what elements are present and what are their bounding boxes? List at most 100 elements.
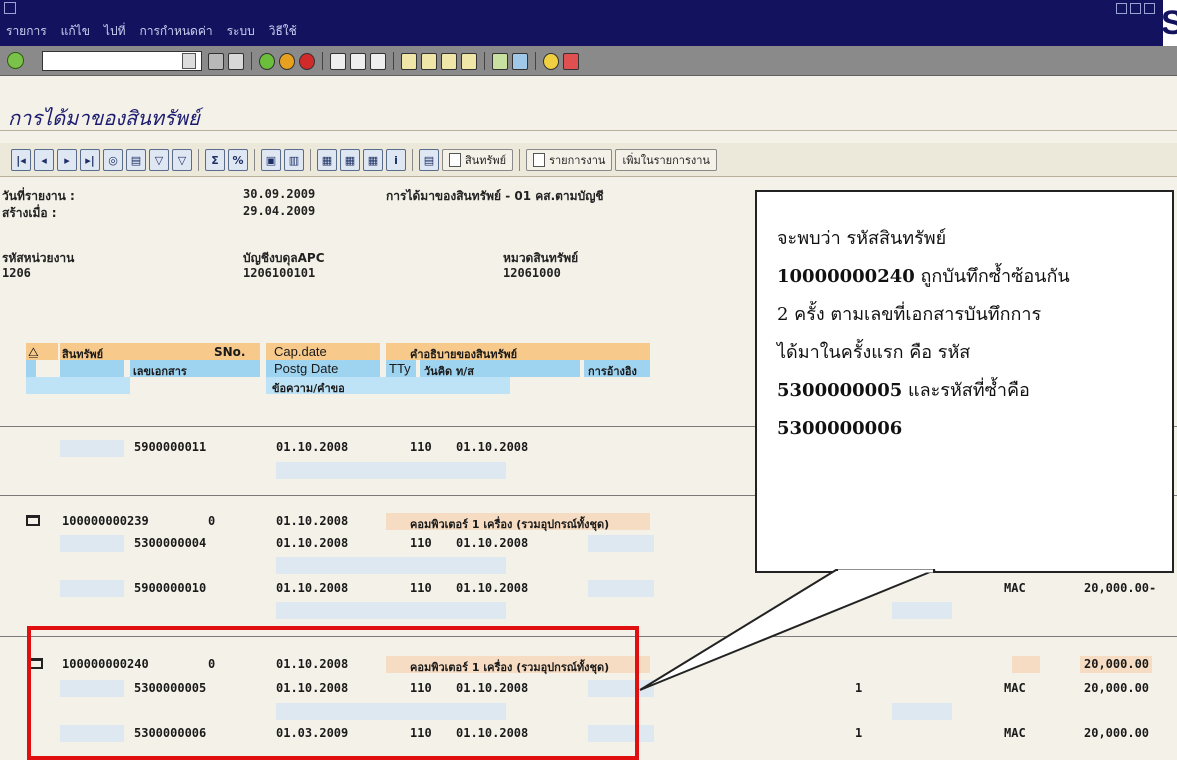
- cell-bg: [1012, 656, 1040, 673]
- view-icon[interactable]: ▥: [284, 149, 304, 171]
- menu-settings[interactable]: การกำหนดค่า: [139, 22, 212, 41]
- column-header-asset[interactable]: สินทรัพย์: [62, 345, 103, 363]
- cap-date: 01.10.2008: [276, 514, 349, 528]
- layout-icon[interactable]: ▦: [317, 149, 337, 171]
- last-row-icon[interactable]: ▸|: [80, 149, 100, 171]
- cancel-icon[interactable]: [299, 52, 315, 70]
- column-header-value-date[interactable]: วันคิด ท/ส: [424, 362, 474, 380]
- menu-system[interactable]: ระบบ: [227, 22, 255, 41]
- callout-line-5-text: และรหัสที่ซ้ำคือ: [902, 380, 1030, 401]
- find-next-icon[interactable]: [370, 52, 386, 70]
- column-header-cell: [26, 377, 36, 394]
- menu-goto[interactable]: ไปที่: [104, 22, 126, 41]
- previous-page-icon[interactable]: [421, 52, 437, 70]
- create-session-icon[interactable]: [492, 52, 508, 70]
- column-header-reference[interactable]: การอ้างอิง: [588, 362, 637, 380]
- first-row-icon[interactable]: |◂: [11, 149, 31, 171]
- doc-number[interactable]: 5300000004: [134, 536, 206, 550]
- first-page-icon[interactable]: [401, 52, 417, 70]
- last-page-icon[interactable]: [461, 52, 477, 70]
- report-date: 30.09.2009: [243, 187, 316, 201]
- column-header-text[interactable]: ข้อความ/คำขอ: [272, 379, 345, 397]
- worklist-button-label: รายการงาน: [549, 154, 606, 167]
- column-header-sno[interactable]: SNo.: [214, 345, 246, 359]
- back-arrow-icon[interactable]: [208, 52, 224, 70]
- callout-code-2: 5300000006: [777, 418, 903, 439]
- separator: [535, 52, 536, 70]
- exit-icon[interactable]: [279, 52, 295, 70]
- column-header-cap-date[interactable]: Cap.date: [274, 344, 327, 359]
- previous-row-icon[interactable]: ◂: [34, 149, 54, 171]
- system-menu-icon[interactable]: [4, 2, 16, 14]
- doc-number[interactable]: 5900000010: [134, 581, 206, 595]
- subtotal-icon[interactable]: %: [228, 149, 248, 171]
- save-layout-icon[interactable]: ▦: [363, 149, 383, 171]
- save-icon[interactable]: [228, 52, 244, 70]
- menu-list[interactable]: รายการ: [6, 22, 47, 41]
- title-bar: รายการ แก้ไข ไปที่ การกำหนดค่า ระบบ วิธี…: [0, 0, 1177, 46]
- sum-icon[interactable]: Σ: [205, 149, 225, 171]
- asset-number[interactable]: 100000000239: [62, 514, 149, 528]
- add-worklist-button[interactable]: เพิ่มในรายการงาน: [615, 149, 717, 171]
- amount: 20,000.00: [1084, 726, 1150, 740]
- display-icon[interactable]: ▤: [419, 149, 439, 171]
- next-row-icon[interactable]: ▸: [57, 149, 77, 171]
- asset-button[interactable]: สินทรัพย์: [442, 149, 514, 171]
- separator: [322, 52, 323, 70]
- menu-bar: รายการ แก้ไข ไปที่ การกำหนดค่า ระบบ วิธี…: [6, 22, 297, 41]
- posting-date: 01.10.2008: [276, 581, 349, 595]
- sort-icon[interactable]: ⧋: [28, 345, 39, 360]
- help-icon[interactable]: [543, 52, 559, 70]
- filter-off-icon[interactable]: ▽: [172, 149, 192, 171]
- separator: [198, 149, 199, 171]
- folder-icon[interactable]: [26, 515, 40, 526]
- menu-help[interactable]: วิธีใช้: [269, 22, 297, 41]
- menu-edit[interactable]: แก้ไข: [61, 22, 90, 41]
- cell-bg: [60, 535, 124, 552]
- posting-date: 01.10.2008: [276, 440, 349, 454]
- minimize-icon[interactable]: [1116, 3, 1127, 14]
- company-code: 1206: [2, 266, 31, 280]
- close-icon[interactable]: [1144, 3, 1155, 14]
- callout-line-2-text: ถูกบันทึกซ้ำซ้อนกัน: [914, 266, 1070, 287]
- worklist-button[interactable]: รายการงาน: [526, 149, 613, 171]
- callout-line-5: 5300000005 และรหัสที่ซ้ำคือ: [777, 372, 1156, 410]
- doc-number[interactable]: 5900000011: [134, 440, 206, 454]
- asset-description: คอมพิวเตอร์ 1 เครื่อง (รวมอุปกรณ์ทั้งชุด…: [410, 518, 610, 531]
- column-header-description[interactable]: คำอธิบายของสินทรัพย์: [410, 345, 517, 363]
- command-field[interactable]: [42, 51, 202, 71]
- column-header-postg-date[interactable]: Postg Date: [274, 361, 338, 376]
- shortcut-icon[interactable]: [512, 52, 528, 70]
- cell-bg: [892, 703, 952, 720]
- export-icon[interactable]: ▣: [261, 149, 281, 171]
- layout-icon[interactable]: [563, 52, 579, 70]
- cell-bg: [276, 557, 506, 574]
- application-toolbar: |◂ ◂ ▸ ▸| ◎ ▤ ▽ ▽ Σ % ▣ ▥ ▦ ▦ ▦ i ▤ สินท…: [0, 143, 1177, 177]
- amount: 20,000.00: [1084, 657, 1150, 671]
- details-icon[interactable]: ◎: [103, 149, 123, 171]
- transaction-category: MAC: [1004, 726, 1026, 740]
- callout-line-3: 2 ครั้ง ตามเลขที่เอกสารบันทึกการ: [777, 304, 1042, 325]
- quantity: 1: [855, 681, 863, 695]
- column-header-tty[interactable]: TTy: [389, 361, 411, 376]
- value-date: 01.10.2008: [456, 440, 529, 454]
- find-icon[interactable]: [350, 52, 366, 70]
- command-history-icon[interactable]: [182, 53, 196, 69]
- change-layout-icon[interactable]: ▦: [340, 149, 360, 171]
- asset-class: 12061000: [503, 266, 561, 280]
- standard-icons: [208, 52, 579, 70]
- print-icon[interactable]: [330, 52, 346, 70]
- next-page-icon[interactable]: [441, 52, 457, 70]
- info-icon[interactable]: i: [386, 149, 406, 171]
- application-icons: |◂ ◂ ▸ ▸| ◎ ▤ ▽ ▽ Σ % ▣ ▥ ▦ ▦ ▦ i ▤ สินท…: [11, 149, 717, 171]
- callout-line-1: จะพบว่า รหัสสินทรัพย์: [777, 228, 947, 249]
- add-worklist-button-label: เพิ่มในรายการงาน: [622, 154, 710, 167]
- back-icon[interactable]: [259, 52, 275, 70]
- amount: 20,000.00: [1084, 681, 1150, 695]
- maximize-icon[interactable]: [1130, 3, 1141, 14]
- enter-icon[interactable]: [7, 52, 24, 69]
- callout-asset-code: 10000000240: [777, 266, 915, 287]
- filter-icon[interactable]: ▽: [149, 149, 169, 171]
- column-header-doc-no[interactable]: เลขเอกสาร: [133, 362, 187, 380]
- print-list-icon[interactable]: ▤: [126, 149, 146, 171]
